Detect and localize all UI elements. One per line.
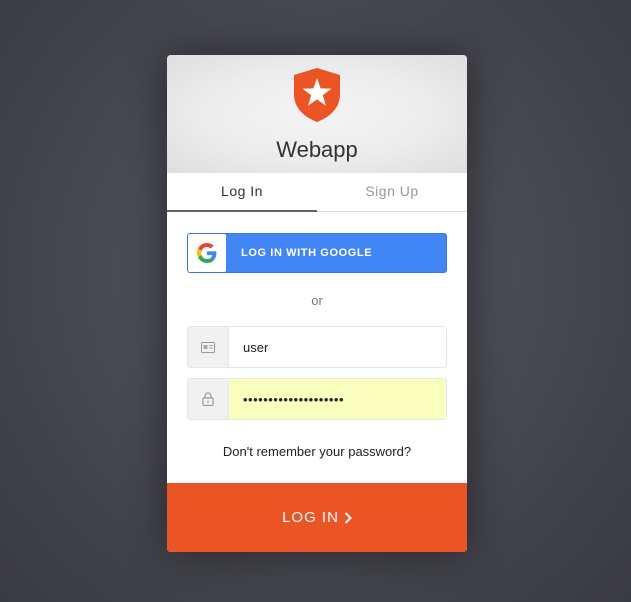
id-card-icon [188,327,229,367]
password-input[interactable] [229,379,446,419]
forgot-password-link[interactable]: Don't remember your password? [167,444,467,459]
card-header: Webapp [167,55,467,173]
app-title: Webapp [276,137,358,162]
lock-icon [188,379,229,419]
password-field [187,378,447,420]
login-card: Webapp Log In Sign Up LOG IN WITH GOOGLE… [167,55,467,552]
auth-tabs: Log In Sign Up [167,173,467,212]
tab-log-in[interactable]: Log In [167,173,317,212]
chevron-right-icon [344,511,352,524]
or-divider: or [311,293,323,308]
google-login-button[interactable]: LOG IN WITH GOOGLE [187,233,447,273]
log-in-submit-button[interactable]: LOG IN [167,483,467,552]
google-icon-box [188,234,226,272]
shield-star-logo-icon [294,68,340,122]
username-field [187,326,447,368]
google-login-label: LOG IN WITH GOOGLE [241,247,373,259]
google-icon [197,243,217,263]
tab-sign-up[interactable]: Sign Up [317,173,467,211]
username-input[interactable] [229,327,446,367]
log-in-submit-label: LOG IN [282,509,339,526]
